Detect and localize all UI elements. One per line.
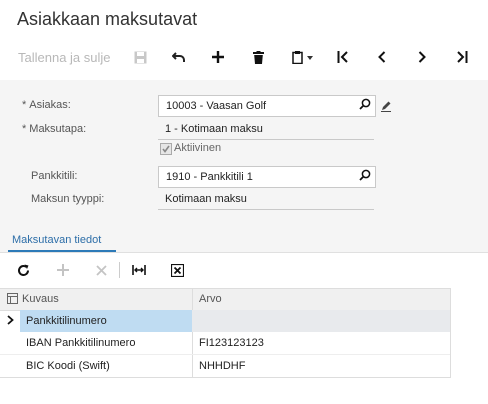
customer-field[interactable]: 10003 - Vaasan Golf bbox=[158, 95, 376, 117]
last-record-icon[interactable] bbox=[453, 46, 471, 68]
payment-method-value: 1 - Kotimaan maksu bbox=[165, 123, 263, 135]
row-description: IBAN Pankkitilinumero bbox=[26, 337, 136, 349]
tab-divider bbox=[0, 252, 488, 253]
search-icon[interactable] bbox=[359, 98, 371, 113]
table-row[interactable]: BIC Koodi (Swift) NHHDHF bbox=[0, 355, 450, 377]
toolbar-separator bbox=[119, 262, 120, 278]
refresh-icon[interactable] bbox=[14, 260, 32, 280]
first-record-icon[interactable] bbox=[334, 46, 352, 68]
clipboard-menu-icon[interactable] bbox=[289, 46, 319, 68]
bank-account-value: 1910 - Pankkitili 1 bbox=[166, 171, 253, 183]
column-settings-icon[interactable] bbox=[7, 293, 18, 307]
add-icon[interactable] bbox=[209, 46, 227, 68]
row-value: FI123123123 bbox=[199, 337, 264, 349]
payment-type-field: Kotimaan maksu bbox=[158, 189, 374, 210]
table-row[interactable]: IBAN Pankkitilinumero FI123123123 bbox=[0, 332, 450, 355]
payment-method-label: * Maksutapa: bbox=[22, 123, 86, 135]
save-icon[interactable] bbox=[131, 46, 149, 68]
undo-icon[interactable] bbox=[170, 46, 188, 68]
checkbox-box[interactable] bbox=[160, 143, 172, 155]
delete-icon[interactable] bbox=[249, 46, 267, 68]
bank-account-field[interactable]: 1910 - Pankkitili 1 bbox=[158, 166, 376, 188]
table-row[interactable]: Pankkitilinumero bbox=[0, 310, 450, 332]
required-marker: * bbox=[22, 123, 27, 135]
row-pointer-icon bbox=[7, 315, 14, 328]
payment-method-label-text: Maksutapa: bbox=[29, 123, 87, 135]
delete-row-icon[interactable] bbox=[92, 260, 110, 280]
next-record-icon[interactable] bbox=[413, 46, 431, 68]
payment-type-label: Maksun tyyppi: bbox=[31, 193, 105, 205]
fit-columns-icon[interactable] bbox=[130, 260, 148, 280]
previous-record-icon[interactable] bbox=[373, 46, 391, 68]
row-description: BIC Koodi (Swift) bbox=[26, 360, 110, 372]
payment-type-value: Kotimaan maksu bbox=[165, 193, 247, 205]
payment-method-field: 1 - Kotimaan maksu bbox=[158, 119, 374, 140]
save-and-close-button[interactable]: Tallenna ja sulje bbox=[18, 46, 111, 68]
active-checkbox[interactable]: Aktiivinen bbox=[158, 141, 258, 155]
column-header-description[interactable]: Kuvaus bbox=[22, 293, 59, 305]
grid-header: Kuvaus Arvo bbox=[0, 288, 450, 311]
value-cell[interactable] bbox=[192, 310, 450, 332]
edit-pencil-icon[interactable] bbox=[380, 99, 392, 117]
customer-value: 10003 - Vaasan Golf bbox=[166, 100, 267, 112]
column-header-value[interactable]: Arvo bbox=[199, 293, 222, 305]
customer-label-text: Asiakas: bbox=[29, 99, 71, 111]
add-row-icon[interactable] bbox=[54, 260, 72, 280]
export-excel-icon[interactable] bbox=[168, 260, 186, 280]
page-title: Asiakkaan maksutavat bbox=[17, 9, 198, 29]
grid-bottom-border bbox=[0, 377, 450, 378]
grid-right-border bbox=[450, 288, 451, 378]
required-marker: * bbox=[22, 99, 27, 111]
search-icon[interactable] bbox=[359, 169, 371, 184]
customer-label: * Asiakas: bbox=[22, 99, 71, 111]
bank-account-label: Pankkitili: bbox=[31, 170, 78, 182]
row-description: Pankkitilinumero bbox=[26, 315, 107, 327]
row-value: NHHDHF bbox=[199, 360, 246, 372]
tab-payment-method-details[interactable]: Maksutavan tiedot bbox=[12, 234, 101, 246]
active-label: Aktiivinen bbox=[174, 142, 222, 154]
